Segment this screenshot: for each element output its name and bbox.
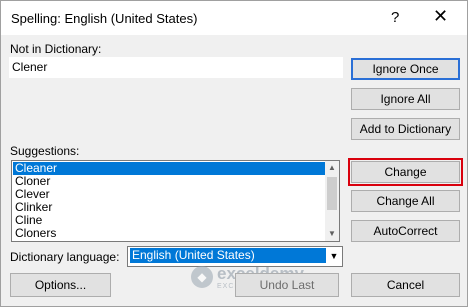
list-item[interactable]: Clinker [13, 201, 325, 214]
autocorrect-button[interactable]: AutoCorrect [351, 220, 460, 242]
scroll-down-icon[interactable]: ▼ [325, 227, 339, 241]
list-item[interactable]: Cleaner [13, 162, 325, 175]
dictionary-language-value: English (United States) [130, 248, 326, 263]
help-button[interactable]: ? [391, 9, 399, 26]
chevron-down-icon[interactable]: ▼ [326, 247, 342, 266]
change-all-button[interactable]: Change All [351, 190, 460, 212]
not-in-dictionary-label: Not in Dictionary: [10, 42, 102, 56]
list-item[interactable]: Clever [13, 188, 325, 201]
list-item[interactable]: Cline [13, 214, 325, 227]
ignore-once-button[interactable]: Ignore Once [351, 58, 460, 80]
ignore-all-button[interactable]: Ignore All [351, 88, 460, 110]
options-button[interactable]: Options... [10, 273, 111, 297]
list-item[interactable]: Cloner [13, 175, 325, 188]
suggestions-list[interactable]: Cleaner Cloner Clever Clinker Cline Clon… [11, 160, 340, 242]
watermark-logo-icon: ◆ [191, 266, 213, 288]
dialog-title: Spelling: English (United States) [11, 11, 198, 26]
cancel-button[interactable]: Cancel [351, 273, 460, 297]
suggestions-label: Suggestions: [10, 144, 80, 158]
list-item[interactable]: Cloners [13, 227, 325, 240]
suggestions-scrollbar[interactable]: ▲ ▼ [325, 161, 339, 241]
title-bar: Spelling: English (United States) ? ✕ [1, 1, 467, 35]
not-in-dictionary-field[interactable]: Clener [9, 57, 343, 78]
scroll-up-icon[interactable]: ▲ [325, 161, 339, 175]
dictionary-language-label: Dictionary language: [10, 250, 120, 264]
not-in-dictionary-value: Clener [12, 60, 48, 74]
add-to-dictionary-button[interactable]: Add to Dictionary [351, 118, 460, 140]
close-icon[interactable]: ✕ [433, 6, 448, 27]
spelling-dialog: Spelling: English (United States) ? ✕ No… [0, 0, 468, 307]
scroll-thumb[interactable] [327, 177, 337, 210]
change-button[interactable]: Change [348, 158, 463, 186]
undo-last-button[interactable]: Undo Last [235, 273, 339, 297]
